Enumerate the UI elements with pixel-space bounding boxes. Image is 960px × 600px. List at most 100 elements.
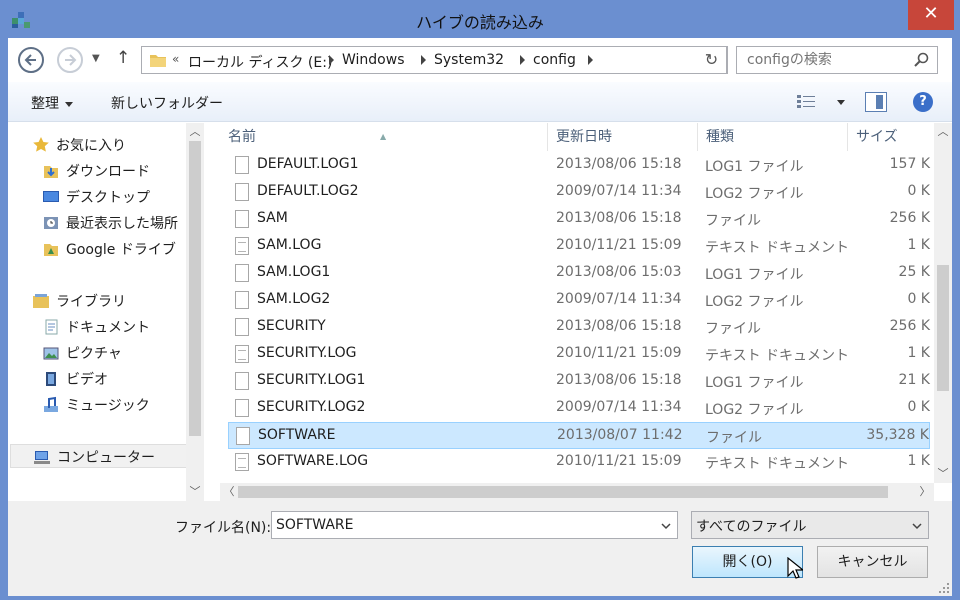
file-type: ファイル — [706, 430, 762, 446]
nav-item-recent-places[interactable]: 最近表示した場所 — [8, 211, 186, 235]
close-icon: ✕ — [923, 3, 939, 24]
search-box[interactable] — [736, 46, 938, 74]
folder-icon — [150, 55, 166, 67]
file-name: SOFTWARE — [258, 427, 336, 443]
title-bar[interactable]: ハイブの読み込み ✕ — [0, 0, 960, 38]
chevron-right-icon[interactable] — [329, 55, 334, 65]
column-header-name[interactable]: 名前 ▲ — [220, 123, 548, 151]
nav-pane-scroll-thumb[interactable] — [189, 141, 201, 436]
breadcrumb-drive[interactable]: ローカル ディスク (E:) — [188, 52, 332, 72]
file-type: ファイル — [705, 213, 761, 229]
file-modified-date: 2009/07/14 11:34 — [556, 183, 682, 199]
file-name: DEFAULT.LOG2 — [257, 183, 359, 199]
nav-item-computer[interactable]: コンピューター — [10, 444, 188, 468]
file-type: テキスト ドキュメント — [705, 240, 850, 256]
file-row[interactable]: SOFTWARE 2013/08/07 11:42 ファイル 35,328 K — [228, 422, 930, 449]
nav-item-downloads[interactable]: ダウンロード — [8, 159, 186, 183]
new-folder-button[interactable]: 新しいフォルダー — [111, 93, 223, 113]
chevron-down-icon[interactable] — [661, 521, 671, 531]
nav-item-documents[interactable]: ドキュメント — [8, 315, 186, 339]
file-row[interactable]: SAM.LOG1 2013/08/06 15:03 LOG1 ファイル 25 K — [228, 260, 930, 287]
organize-button[interactable]: 整理 — [31, 93, 73, 113]
close-button[interactable]: ✕ — [908, 0, 954, 30]
file-type: LOG2 ファイル — [705, 186, 804, 202]
back-button[interactable] — [18, 47, 44, 73]
nav-item-videos[interactable]: ビデオ — [8, 367, 186, 391]
view-menu-caret-icon[interactable] — [837, 100, 845, 105]
file-list-hscroll-thumb[interactable] — [238, 486, 888, 498]
file-row[interactable]: SOFTWARE.LOG 2010/11/21 15:09 テキスト ドキュメント 1… — [228, 449, 930, 476]
chevron-left-icon[interactable]: 〈 — [220, 483, 238, 501]
file-list: 名前 ▲ 更新日時 種類 サイズ DEFAULT.LOG1 2013/08/06 1… — [220, 123, 952, 501]
breadcrumb-config[interactable]: config — [533, 52, 576, 68]
help-icon[interactable]: ? — [913, 92, 933, 112]
filename-combobox[interactable] — [271, 511, 678, 539]
chevron-right-icon[interactable] — [588, 55, 593, 65]
file-row[interactable]: DEFAULT.LOG1 2013/08/06 15:18 LOG1 ファイル 157… — [228, 152, 930, 179]
file-row[interactable]: SECURITY.LOG2 2009/07/14 11:34 LOG2 ファイル 0 … — [228, 395, 930, 422]
caret-down-icon — [65, 101, 73, 107]
file-row[interactable]: SAM.LOG2 2009/07/14 11:34 LOG2 ファイル 0 K — [228, 287, 930, 314]
filename-label: ファイル名(N): — [175, 520, 272, 536]
file-size: 157 K — [889, 156, 930, 172]
file-row[interactable]: SECURITY.LOG1 2013/08/06 15:18 LOG1 ファイル 21… — [228, 368, 930, 395]
column-header-type[interactable]: 種類 — [698, 123, 848, 151]
nav-item-desktop[interactable]: デスクトップ — [8, 185, 186, 209]
nav-item-google-drive[interactable]: Google ドライブ — [8, 237, 186, 261]
nav-label: 最近表示した場所 — [66, 216, 178, 232]
file-list-vertical-scrollbar[interactable]: ︿ ﹀ — [934, 123, 952, 483]
address-bar[interactable]: « ローカル ディスク (E:) Windows System32 config — [141, 46, 728, 74]
nav-item-pictures[interactable]: ピクチャ — [8, 341, 186, 365]
filename-input[interactable] — [272, 512, 652, 538]
nav-label: Google ドライブ — [66, 242, 176, 258]
chevron-down-icon[interactable]: ﹀ — [186, 483, 204, 501]
chevron-up-icon[interactable]: ︿ — [186, 123, 204, 141]
search-input[interactable] — [737, 47, 913, 73]
resize-grip-icon[interactable] — [938, 582, 950, 594]
documents-icon — [45, 319, 58, 335]
text-file-icon — [235, 345, 249, 363]
nav-item-libraries[interactable]: ライブラリ — [8, 289, 186, 313]
file-row[interactable]: SAM.LOG 2010/11/21 15:09 テキスト ドキュメント 1 K — [228, 233, 930, 260]
nav-item-music[interactable]: ミュージック — [8, 393, 186, 417]
preview-pane-icon[interactable] — [865, 92, 887, 112]
file-type: LOG1 ファイル — [705, 267, 804, 283]
nav-item-favorites[interactable]: お気に入り — [8, 133, 186, 157]
videos-icon — [46, 372, 56, 386]
file-size: 0 K — [907, 399, 930, 415]
refresh-button[interactable]: ↻ — [697, 46, 727, 74]
file-name: SAM — [257, 210, 288, 226]
file-size: 0 K — [907, 183, 930, 199]
file-modified-date: 2013/08/07 11:42 — [557, 427, 683, 443]
nav-pane-scrollbar[interactable]: ︿ ﹀ — [186, 123, 204, 501]
chevron-right-icon[interactable] — [421, 55, 426, 65]
forward-button[interactable] — [57, 47, 83, 73]
file-icon — [235, 291, 249, 309]
up-button[interactable]: ↑ — [116, 48, 130, 68]
column-header-date[interactable]: 更新日時 — [548, 123, 698, 151]
chevron-right-icon[interactable] — [520, 55, 525, 65]
cancel-button[interactable]: キャンセル — [817, 546, 928, 578]
breadcrumb-windows[interactable]: Windows — [342, 52, 405, 68]
file-name: SECURITY.LOG — [257, 345, 357, 361]
recent-locations-button[interactable]: ▼ — [92, 53, 100, 64]
nav-label: ライブラリ — [56, 294, 126, 310]
view-options-icon[interactable] — [797, 94, 817, 110]
chevron-down-icon[interactable] — [912, 521, 922, 531]
chevron-down-icon[interactable]: ﹀ — [934, 465, 952, 483]
chevron-up-icon[interactable]: ︿ — [934, 123, 952, 141]
file-row[interactable]: SECURITY 2013/08/06 15:18 ファイル 256 K — [228, 314, 930, 341]
chevron-right-icon[interactable]: 〉 — [916, 483, 934, 501]
file-row[interactable]: SAM 2013/08/06 15:18 ファイル 256 K — [228, 206, 930, 233]
computer-icon — [34, 451, 50, 464]
file-row[interactable]: DEFAULT.LOG2 2009/07/14 11:34 LOG2 ファイル 0 K — [228, 179, 930, 206]
file-list-horizontal-scrollbar[interactable]: 〈 〉 — [220, 483, 934, 501]
file-modified-date: 2013/08/06 15:03 — [556, 264, 682, 280]
filetype-select[interactable]: すべてのファイル — [691, 511, 929, 539]
file-row[interactable]: SECURITY.LOG 2010/11/21 15:09 テキスト ドキュメント 1… — [228, 341, 930, 368]
breadcrumb-system32[interactable]: System32 — [434, 52, 504, 68]
column-header-size[interactable]: サイズ — [848, 123, 934, 151]
breadcrumb-overflow[interactable]: « — [172, 52, 179, 66]
nav-label: ピクチャ — [66, 346, 122, 362]
file-list-scroll-thumb[interactable] — [937, 265, 949, 391]
